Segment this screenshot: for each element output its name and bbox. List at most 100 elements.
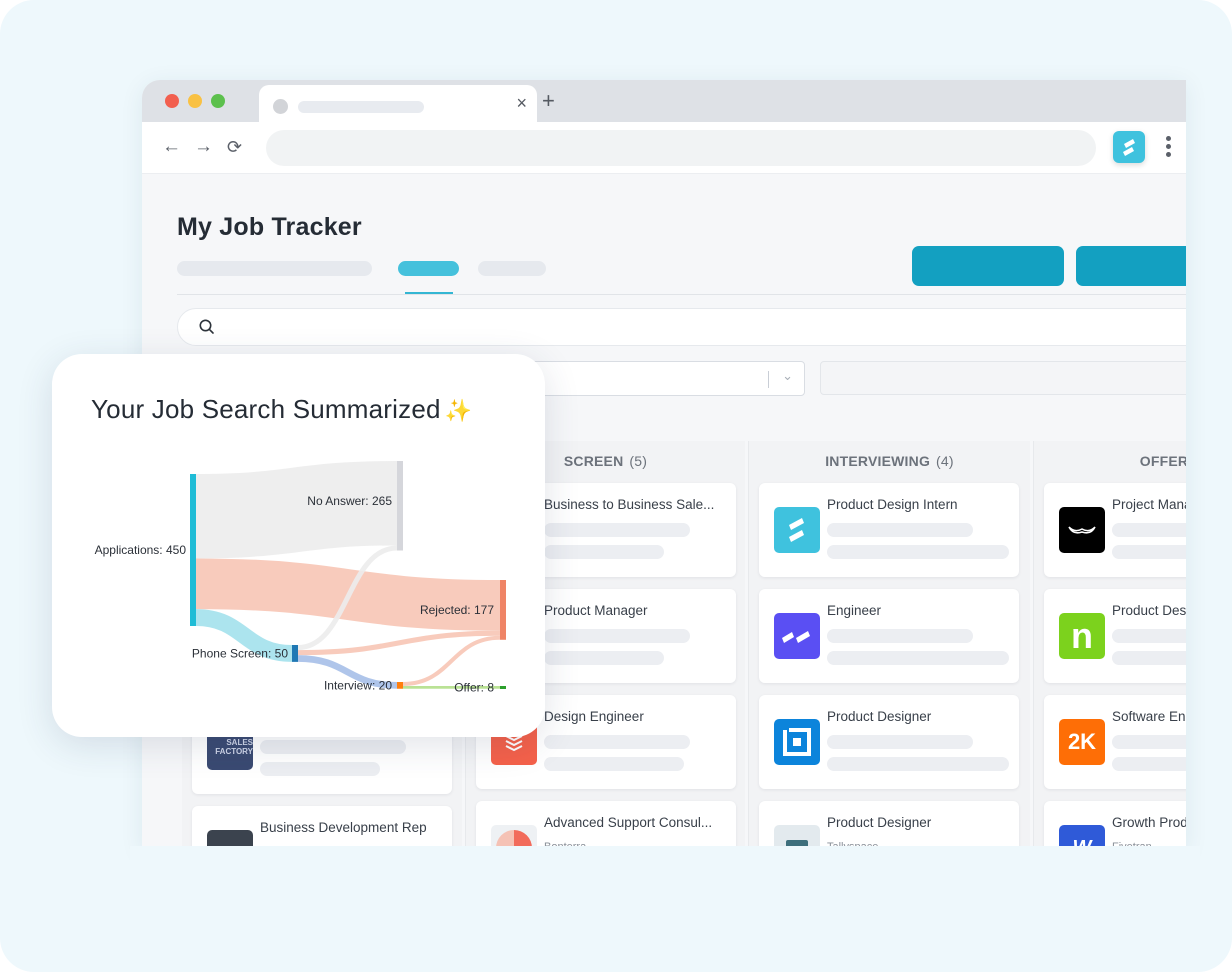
placeholder-line	[827, 545, 1009, 559]
job-card[interactable]: 2K Software En	[1044, 695, 1186, 789]
app-logo-icon[interactable]	[1113, 131, 1145, 163]
job-title: Advanced Support Consul...	[544, 815, 713, 830]
sankey-link-interview-to-rejected	[402, 635, 501, 687]
column-header: INTERVIEWING (4)	[825, 453, 954, 469]
teal-s-logo	[774, 507, 820, 553]
placeholder-line	[544, 545, 664, 559]
app-logo-glyph	[1123, 139, 1135, 156]
job-title: Product Des	[1112, 603, 1186, 618]
placeholder-line	[260, 762, 380, 776]
black-mask-logo	[1059, 507, 1105, 553]
sankey-node-no_answer	[397, 461, 403, 551]
job-title: Growth Prod	[1112, 815, 1186, 830]
job-card[interactable]: Business Development Rep Dataal	[192, 806, 452, 850]
placeholder-line	[827, 735, 973, 749]
sankey-label-rejected: Rejected: 177	[420, 603, 494, 617]
close-window-button[interactable]	[165, 94, 179, 108]
search-icon	[199, 319, 214, 334]
job-title: Business Development Rep	[260, 820, 427, 835]
placeholder-line	[544, 651, 664, 665]
tabs-divider	[177, 294, 1186, 295]
placeholder-line	[827, 523, 973, 537]
tab-placeholder-3[interactable]	[478, 261, 546, 276]
job-card[interactable]: Product Designer Tallyspace	[759, 801, 1019, 850]
summary-card: Your Job Search Summarized ✨ Applications…	[52, 354, 545, 737]
sankey-node-interview	[397, 682, 403, 689]
placeholder-line	[827, 629, 973, 643]
favicon-icon	[273, 99, 288, 114]
sankey-node-rejected	[500, 580, 506, 640]
job-title: Business to Business Sale...	[544, 497, 715, 512]
filter-input[interactable]	[820, 361, 1186, 395]
bottom-fade-overlay	[130, 846, 1200, 972]
reload-icon[interactable]: ⟳	[227, 136, 242, 158]
job-title: Product Designer	[827, 709, 932, 724]
job-title: Project Mana	[1112, 497, 1186, 512]
sankey-node-applications	[190, 474, 196, 626]
minimize-window-button[interactable]	[188, 94, 202, 108]
column-header: OFFER	[1139, 453, 1186, 469]
placeholder-line	[544, 523, 690, 537]
column-offer: OFFER Project Mana n Product Des 2K Soft…	[1033, 441, 1186, 850]
maximize-window-button[interactable]	[211, 94, 225, 108]
placeholder-line	[1112, 735, 1186, 749]
placeholder-line	[1112, 757, 1186, 771]
browser-toolbar: ← → ⟳	[142, 122, 1186, 174]
job-title: Design Engineer	[544, 709, 644, 724]
placeholder-line	[1112, 545, 1186, 559]
job-card[interactable]: Project Mana	[1044, 483, 1186, 577]
placeholder-line	[1112, 523, 1186, 537]
placeholder-line	[544, 735, 690, 749]
job-card[interactable]: Product Designer	[759, 695, 1019, 789]
forward-arrow-icon[interactable]: →	[194, 136, 213, 158]
job-title: Engineer	[827, 603, 882, 618]
purple-stripes-logo	[774, 613, 820, 659]
sankey-node-phone_screen	[292, 645, 298, 662]
select-separator	[768, 371, 769, 388]
sankey-label-offer: Offer: 8	[454, 681, 494, 695]
placeholder-line	[827, 651, 1009, 665]
primary-action-button-2[interactable]	[1076, 246, 1186, 286]
browser-tab[interactable]: ×	[259, 85, 537, 122]
sankey-label-no_answer: No Answer: 265	[307, 494, 392, 508]
job-card[interactable]: Advanced Support Consul... Bonterra	[476, 801, 736, 850]
sankey-chart: Applications: 450 No Answer: 265 Rejected:…	[95, 461, 506, 695]
sankey-link-phone_screen-to-rejected	[297, 630, 501, 656]
placeholder-line	[1112, 629, 1186, 643]
orange-2k-logo: 2K	[1059, 719, 1105, 765]
sankey-label-applications: Applications: 450	[95, 543, 187, 557]
placeholder-line	[260, 740, 406, 754]
kebab-menu-icon[interactable]	[1166, 136, 1172, 160]
chevron-down-icon: ⌄	[782, 368, 793, 383]
new-tab-icon[interactable]: +	[542, 89, 555, 113]
primary-action-button-1[interactable]	[912, 246, 1064, 286]
sparkles-icon: ✨	[444, 398, 473, 423]
placeholder-line	[544, 757, 684, 771]
job-title: Product Design Intern	[827, 497, 958, 512]
tab-active[interactable]	[398, 261, 459, 276]
job-title: Product Manager	[544, 603, 648, 618]
sankey-label-phone_screen: Phone Screen: 50	[192, 646, 288, 660]
summary-title: Your Job Search Summarized ✨	[91, 394, 473, 424]
job-card[interactable]: n Product Des	[1044, 589, 1186, 683]
tab-title-placeholder	[298, 101, 424, 113]
placeholder-line	[1112, 651, 1186, 665]
job-card[interactable]: W Growth Prod Fivetran	[1044, 801, 1186, 850]
green-n-logo: n	[1059, 613, 1105, 659]
tab-strip: × +	[142, 80, 1186, 122]
job-title: Product Designer	[827, 815, 932, 830]
search-input[interactable]	[177, 308, 1186, 346]
page-title: My Job Tracker	[177, 213, 362, 241]
job-card[interactable]: Product Design Intern	[759, 483, 1019, 577]
blue-square-logo	[774, 719, 820, 765]
back-arrow-icon[interactable]: ←	[162, 136, 181, 158]
tab-placeholder-1[interactable]	[177, 261, 372, 276]
close-tab-icon[interactable]: ×	[516, 93, 527, 113]
address-bar[interactable]	[266, 130, 1096, 166]
column-interviewing: INTERVIEWING (4) Product Design Intern E…	[748, 441, 1030, 850]
placeholder-line	[827, 757, 1009, 771]
sankey-node-offer	[500, 686, 506, 689]
placeholder-line	[544, 629, 690, 643]
sankey-label-interview: Interview: 20	[324, 678, 392, 692]
job-card[interactable]: Engineer	[759, 589, 1019, 683]
